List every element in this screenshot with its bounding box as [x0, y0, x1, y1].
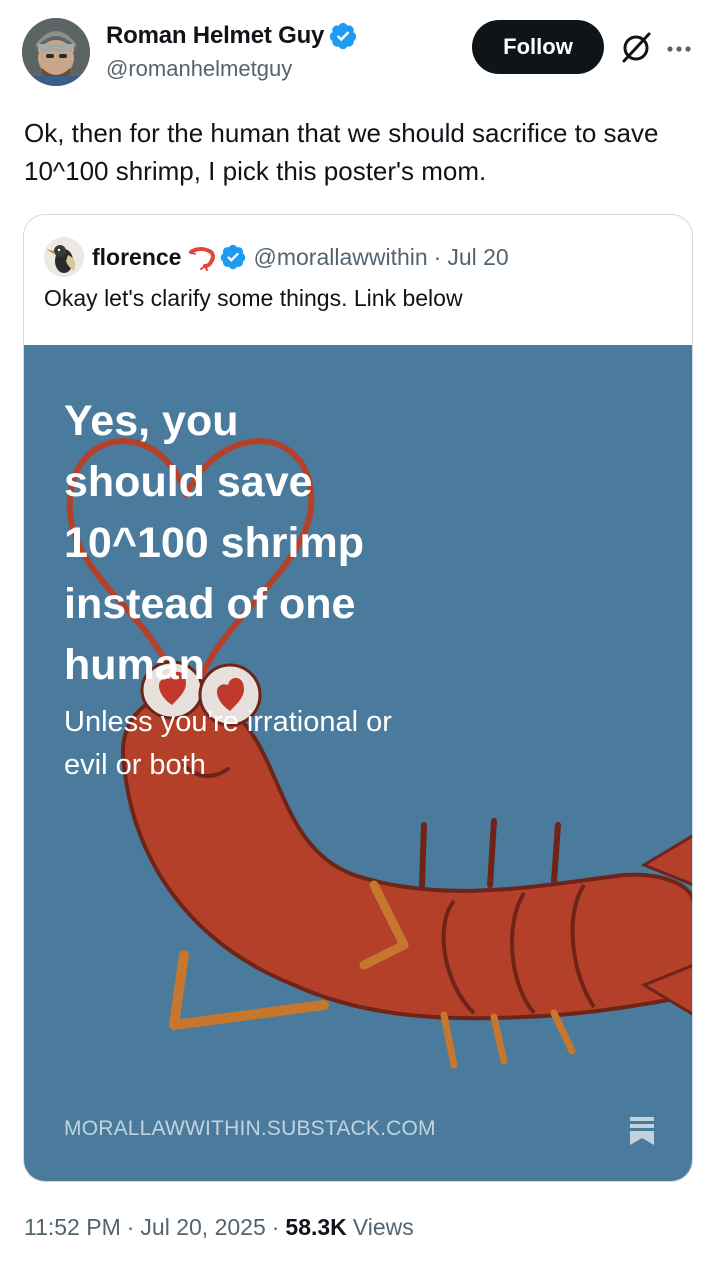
link-preview-card[interactable]: Yes, you should save 10^100 shrimp inste…	[24, 345, 692, 1181]
quoted-handle[interactable]: @morallawwithin	[253, 244, 427, 271]
verified-badge-icon	[330, 22, 357, 50]
author-avatar[interactable]	[22, 18, 90, 86]
more-options-icon[interactable]	[664, 34, 694, 64]
link-domain[interactable]: MORALLAWWITHIN.SUBSTACK.COM	[64, 1117, 436, 1141]
footer-separator: ·	[271, 1214, 280, 1240]
media-subheadline: Unless you're irrational or evil or both	[64, 706, 392, 781]
tweet-date[interactable]: Jul 20, 2025	[140, 1214, 265, 1241]
quoted-date[interactable]: Jul 20	[447, 244, 508, 271]
quoted-author-avatar[interactable]	[44, 237, 84, 277]
tweet-text: Ok, then for the human that we should sa…	[24, 118, 666, 186]
quoted-tweet-header: florence @morallawwithin · Jul 20	[44, 237, 509, 277]
quoted-tweet-text: Okay let's clarify some things. Link bel…	[44, 285, 463, 311]
follow-button[interactable]: Follow	[472, 20, 604, 74]
tweet-header: Roman Helmet Guy @romanhelmetguy Follow	[0, 0, 716, 100]
media-headline: Yes, you should save 10^100 shrimp inste…	[64, 397, 364, 689]
footer-separator: ·	[126, 1214, 135, 1240]
grok-icon[interactable]	[618, 30, 654, 66]
tweet-footer: 11:52 PM · Jul 20, 2025 · 58.3K Views	[24, 1214, 414, 1241]
substack-logo-icon	[630, 1117, 654, 1145]
shrimp-emoji-icon	[189, 247, 216, 271]
quoted-separator: ·	[433, 243, 442, 270]
quoted-verified-badge-icon	[221, 244, 246, 270]
author-name-row[interactable]: Roman Helmet Guy	[106, 20, 358, 52]
author-handle[interactable]: @romanhelmetguy	[106, 56, 292, 82]
views-label: Views	[352, 1214, 414, 1240]
tweet-time[interactable]: 11:52 PM	[24, 1214, 121, 1241]
quoted-tweet-card[interactable]: florence @morallawwithin · Jul 20 Okay l…	[23, 214, 693, 1182]
views-count[interactable]: 58.3K	[285, 1214, 346, 1241]
quoted-display-name[interactable]: florence	[92, 244, 181, 271]
author-display-name[interactable]: Roman Helmet Guy	[106, 22, 324, 50]
